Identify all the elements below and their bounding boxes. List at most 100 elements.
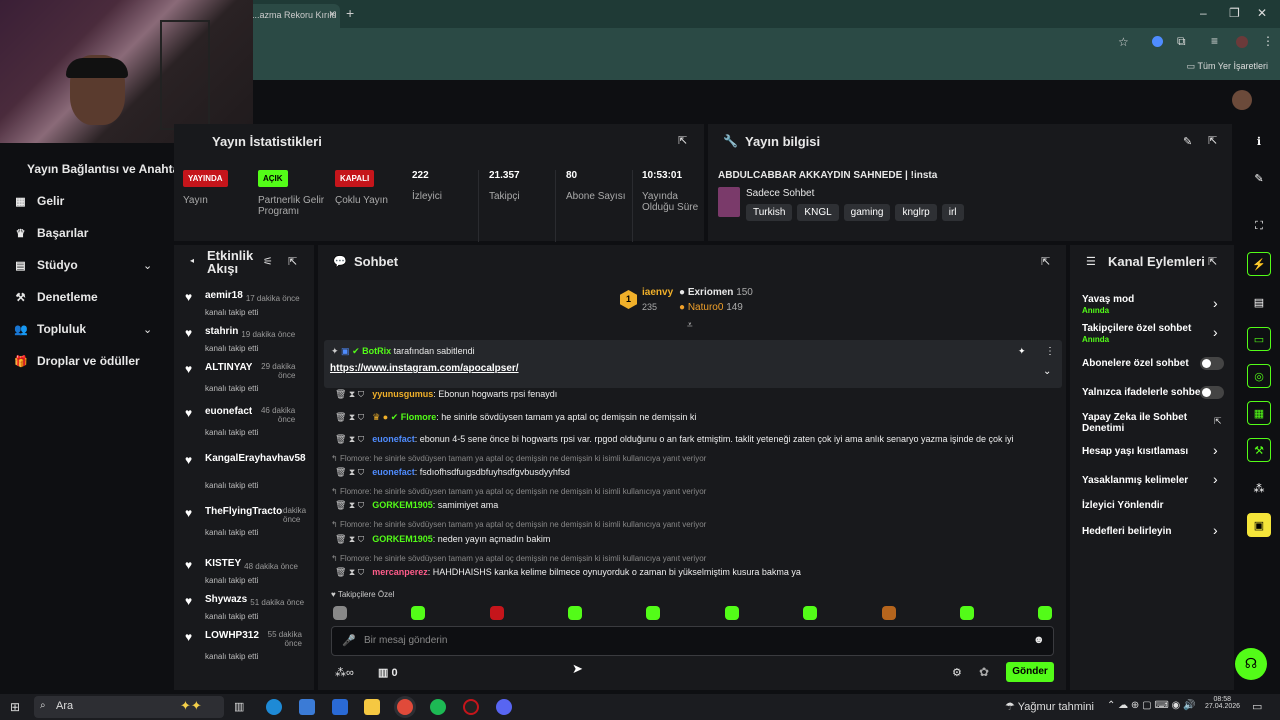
- lightning-icon[interactable]: ⚡: [1247, 252, 1271, 276]
- popout-icon[interactable]: ⇱: [1208, 134, 1217, 147]
- task-view-icon[interactable]: ▥: [234, 700, 244, 713]
- sidebar-item-basarilar[interactable]: ♛ Başarılar: [14, 226, 89, 240]
- emote[interactable]: [882, 606, 896, 620]
- browser-tab[interactable]: ...azma Rekoru Kırıld ✕: [248, 4, 340, 28]
- extension-icon[interactable]: [1152, 36, 1163, 47]
- clock[interactable]: 08:58 27.04.2026: [1205, 696, 1240, 710]
- emoji-icon[interactable]: ☻: [1033, 634, 1045, 646]
- kebab-menu-icon[interactable]: ⋮: [1045, 346, 1055, 357]
- close-tab-icon[interactable]: ✕: [328, 9, 336, 20]
- layout-icon[interactable]: ▦: [1247, 401, 1271, 425]
- info-icon[interactable]: ℹ: [1247, 129, 1271, 153]
- maximize-icon[interactable]: ❐: [1229, 6, 1240, 20]
- kebab-menu-icon[interactable]: ⋮: [1262, 34, 1274, 48]
- spotify-icon[interactable]: [430, 699, 446, 715]
- emote[interactable]: [411, 606, 425, 620]
- share-icon[interactable]: ⁂: [1247, 476, 1271, 500]
- window-close-icon[interactable]: ✕: [1257, 6, 1267, 20]
- clipboard-icon[interactable]: ▤: [1247, 290, 1271, 314]
- action-raid[interactable]: İzleyici Yönlendir: [1082, 500, 1212, 511]
- popout-icon[interactable]: ⇱: [1208, 255, 1217, 268]
- leader-name[interactable]: ● Exriomen 150: [679, 287, 753, 298]
- emote[interactable]: [803, 606, 817, 620]
- chevron-down-icon[interactable]: ⌄: [143, 323, 152, 336]
- action-ai-moderation[interactable]: Yapay Zeka ile Sohbet Denetimi: [1082, 412, 1202, 434]
- sidebar-item-denetleme[interactable]: ⚒ Denetleme: [14, 290, 98, 304]
- sidebar-item-studyo[interactable]: ▤ Stüdyo: [14, 258, 77, 272]
- gear-icon[interactable]: ⚙: [952, 666, 962, 679]
- emote[interactable]: [725, 606, 739, 620]
- leader-name[interactable]: ● Naturo0 149: [679, 302, 743, 313]
- chat-bubble-icon[interactable]: ▭: [1247, 327, 1271, 351]
- pinned-link[interactable]: https://www.instagram.com/apocalpser/: [330, 363, 519, 374]
- emote[interactable]: [646, 606, 660, 620]
- new-tab-icon[interactable]: +: [346, 5, 354, 21]
- external-link-icon[interactable]: ⇱: [1214, 416, 1222, 427]
- puzzle-icon[interactable]: ⧉: [1177, 34, 1186, 49]
- discord-icon[interactable]: [496, 699, 512, 715]
- popout-icon[interactable]: ⇱: [678, 134, 687, 147]
- all-bookmarks[interactable]: ▭ Tüm Yer İşaretleri: [1187, 61, 1268, 72]
- screen-icon[interactable]: ⛶: [1247, 214, 1271, 238]
- bot-icon[interactable]: ✿: [979, 665, 989, 679]
- collapse-icon[interactable]: ◂: [190, 256, 194, 265]
- help-icon[interactable]: ☊: [1235, 648, 1267, 680]
- star-icon[interactable]: ☆: [1118, 35, 1129, 49]
- edit-icon[interactable]: ✎: [1247, 166, 1271, 190]
- chevron-right-icon[interactable]: ›: [1213, 522, 1218, 538]
- microphone-icon[interactable]: 🎤: [342, 634, 356, 647]
- chevron-right-icon[interactable]: ›: [1213, 442, 1218, 458]
- reading-list-icon[interactable]: ≡: [1211, 34, 1218, 48]
- chevron-down-icon[interactable]: ⌄: [1043, 366, 1051, 377]
- action-goals[interactable]: Hedefleri belirleyin: [1082, 526, 1212, 537]
- expand-leaderboard-icon[interactable]: ⩡: [687, 320, 693, 331]
- windows-start-icon[interactable]: ⊞: [10, 700, 20, 714]
- sidebar-item-gelir[interactable]: ▦ Gelir: [14, 194, 64, 208]
- action-followers-only[interactable]: Takipçilere özel sohbet Anında: [1082, 323, 1212, 345]
- mail-icon[interactable]: [299, 699, 315, 715]
- action-account-age[interactable]: Hesap yaşı kısıtlaması: [1082, 446, 1212, 457]
- chevron-right-icon[interactable]: ›: [1213, 324, 1218, 340]
- chest-counter[interactable]: ▥ 0: [378, 666, 398, 679]
- sidebar-item-topluluk[interactable]: 👥 Topluluk: [14, 322, 86, 336]
- chevron-right-icon[interactable]: ›: [1213, 295, 1218, 311]
- leader-name[interactable]: iaenvy: [642, 287, 673, 298]
- emote[interactable]: [333, 606, 347, 620]
- obs-icon[interactable]: [463, 699, 479, 715]
- folder-icon[interactable]: [364, 699, 380, 715]
- community-icon: 👥: [14, 323, 28, 336]
- emote[interactable]: [960, 606, 974, 620]
- send-button[interactable]: Gönder: [1006, 662, 1054, 682]
- popout-icon[interactable]: ⇱: [1041, 255, 1050, 268]
- infinity-icon[interactable]: ⁂∞: [335, 666, 354, 679]
- chrome-icon[interactable]: [397, 699, 413, 715]
- store-icon[interactable]: [332, 699, 348, 715]
- broadcast-icon[interactable]: ◎: [1247, 364, 1271, 388]
- subscribers-only-toggle[interactable]: [1200, 357, 1224, 370]
- edge-icon[interactable]: [266, 699, 282, 715]
- wrench-icon[interactable]: ⚒: [1247, 438, 1271, 462]
- sidebar-item-droplar[interactable]: 🎁 Droplar ve ödüller: [14, 354, 140, 368]
- emote[interactable]: [1038, 606, 1052, 620]
- tray-icons[interactable]: ⌃ ☁ ⊕ ▢ ⌨ ◉ 🔊: [1107, 700, 1196, 711]
- user-avatar[interactable]: [1232, 90, 1252, 110]
- profile-icon[interactable]: [1236, 36, 1248, 48]
- emote-only-toggle[interactable]: [1200, 386, 1224, 399]
- action-banned-words[interactable]: Yasaklanmış kelimeler: [1082, 475, 1212, 486]
- notification-icon[interactable]: ▭: [1252, 700, 1262, 713]
- category-name[interactable]: Sadece Sohbet: [746, 188, 814, 199]
- chevron-down-icon[interactable]: ⌄: [143, 259, 152, 272]
- stream-key-title[interactable]: Yayın Bağlantısı ve Anahtarı: [27, 162, 187, 176]
- clapper-icon[interactable]: ▣: [1247, 513, 1271, 537]
- emote[interactable]: [568, 606, 582, 620]
- weather-widget[interactable]: ☂ Yağmur tahmini: [1005, 700, 1094, 713]
- action-slow-mode[interactable]: Yavaş mod Anında: [1082, 294, 1212, 316]
- popout-icon[interactable]: ⇱: [288, 255, 297, 268]
- chevron-right-icon[interactable]: ›: [1213, 471, 1218, 487]
- edit-icon[interactable]: ✎: [1183, 135, 1192, 148]
- pin-icon[interactable]: ✦: [1018, 346, 1026, 357]
- emote[interactable]: [490, 606, 504, 620]
- filter-icon[interactable]: ⚟: [263, 255, 273, 268]
- chat-input[interactable]: Bir mesaj gönderin: [364, 635, 447, 646]
- minimize-icon[interactable]: –: [1200, 6, 1207, 20]
